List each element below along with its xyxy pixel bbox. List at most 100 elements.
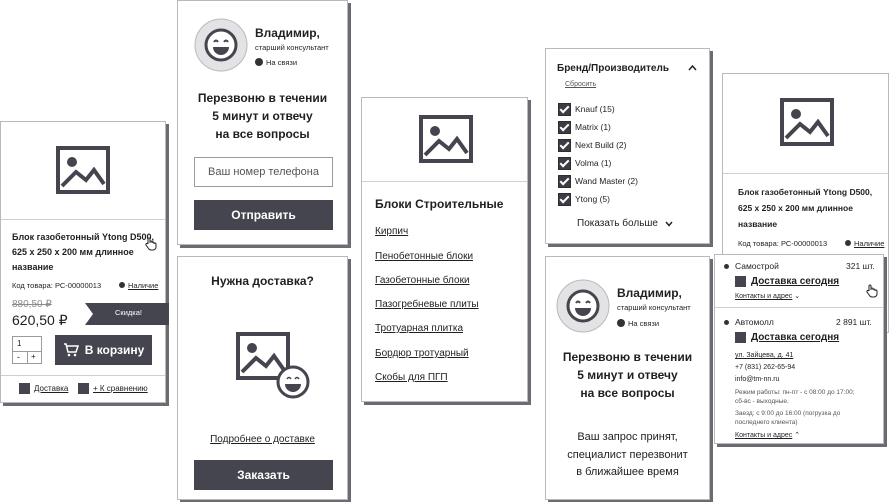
phone-input[interactable]: Ваш номер телефона [194,157,333,187]
headline-line: на все вопросы [580,386,675,400]
category-link[interactable]: Пенобетонные блоки [375,251,473,262]
category-link[interactable]: Бордюр тротуарный [375,348,469,359]
consultant-name: Владимир, [255,26,320,40]
headline-line: 5 минут и отвечу [212,109,313,123]
divider [715,307,883,308]
product-title-line[interactable]: 625 х 250 х 200 мм длинное [738,203,853,213]
category-link[interactable]: Кирпич [375,226,408,237]
cart-icon [63,343,79,357]
brand-option[interactable]: Wand Master (2) [575,176,638,186]
chevron-up-icon[interactable] [688,64,697,71]
delivery-title: Нужна доставка? [211,274,314,288]
product-title-line[interactable]: Блок газобетонный Ytong D500, [12,232,154,242]
checkbox-checked-icon[interactable] [558,121,571,134]
delivery-more-link[interactable]: Подробнее о доставке [178,434,347,445]
product-card: Блок газобетонный Ytong D500, 625 х 250 … [0,121,169,403]
compare-icon [78,383,89,394]
product-title-line[interactable]: Блок газобетонный Ytong D500, [738,187,872,197]
hand-cursor-icon [866,284,878,298]
availability-dot [119,282,125,288]
chevron-down-icon[interactable] [665,221,673,227]
divider [723,173,888,174]
brand-option[interactable]: Volma (1) [575,158,611,168]
store-contacts-toggle[interactable]: Контакты и адрес ⌄ [735,292,800,300]
status-dot [255,58,263,66]
store-delivery-link[interactable]: Доставка сегодня [751,332,839,343]
delivery-card: Нужна доставка? Подробнее о доставке Зак… [177,256,348,500]
divider [362,181,527,182]
show-more-link[interactable]: Показать больше [577,218,658,229]
product-title-line[interactable]: название [12,262,53,272]
status-dot [617,319,625,327]
store-name: Самострой [735,261,779,271]
delivery-icon [19,383,30,394]
smiley-avatar-icon [194,18,248,72]
consultant-name: Владимир, [617,286,682,300]
divider [1,375,165,376]
minus-button[interactable]: - [17,352,20,362]
product-title-line[interactable]: 625 х 250 х 200 мм длинное [12,247,134,257]
brand-option[interactable]: Matrix (1) [575,122,611,132]
compare-link[interactable]: + К сравнению [93,384,148,393]
consultant-role: старший консультант [255,43,329,52]
brand-option[interactable]: Next Build (2) [575,140,627,150]
checkbox-checked-icon[interactable] [558,139,571,152]
filter-title[interactable]: Бренд/Производитель [557,63,669,74]
delivery-icon [735,332,746,343]
store-contacts-toggle[interactable]: Контакты и адрес ⌃ [735,431,800,439]
add-to-cart-button[interactable]: В корзину [55,335,152,365]
submit-button[interactable]: Отправить [194,200,333,230]
store-email: info@tm-nn.ru [735,376,780,383]
reset-link[interactable]: Сбросить [565,81,596,88]
checkbox-checked-icon[interactable] [558,157,571,170]
brand-filter-card: Бренд/Производитель Сбросить Knauf (15) … [545,48,710,244]
category-link[interactable]: Скобы для ПГП [375,372,448,383]
store-delivery-link[interactable]: Доставка сегодня [751,276,839,287]
price: 620,50 ₽ [12,312,68,328]
phone-placeholder: Ваш номер телефона [208,166,319,178]
checkbox-checked-icon[interactable] [558,103,571,116]
headline-line: Перезвоню в течении [562,350,693,364]
product-code: Код товара: РС-00000013 [12,281,102,290]
brand-option[interactable]: Knauf (15) [575,104,615,114]
category-link[interactable]: Газобетонные блоки [375,275,470,286]
image-placeholder-icon [56,146,110,194]
store-phone: +7 (831) 262-65-94 [735,364,796,371]
product-code: Код товара: РС-00000013 [738,239,828,248]
availability-link[interactable]: Наличие [854,239,884,248]
discount-label: Скидка! [115,308,142,317]
availability-link[interactable]: Наличие [128,281,158,290]
delivery-link[interactable]: Доставка [34,384,68,393]
plus-button[interactable]: + [31,352,36,361]
image-placeholder-icon [236,332,310,399]
checkbox-checked-icon[interactable] [558,193,571,206]
store-pickup: последнего клиента) [735,419,798,426]
store-pickup: Заезд: с 9:00 до 16:00 (погрузка до [735,410,841,417]
quantity-stepper[interactable]: 1 - + [12,336,42,364]
store-qty: 321 шт. [846,261,875,271]
store-contacts-label: Контакты и адрес [735,432,793,439]
consultant-role: старший консультант [617,303,691,312]
store-address[interactable]: ул. Зайцева, д. 41 [735,352,793,359]
category-link[interactable]: Тротуарная плитка [375,323,463,334]
store-name: Автомолл [735,317,774,327]
order-button[interactable]: Заказать [194,460,333,490]
availability-dot [845,240,851,246]
brand-option[interactable]: Ytong (5) [575,194,610,204]
stock-popup: Самострой 321 шт. Доставка сегодня Конта… [714,254,884,444]
category-link[interactable]: Пазогребневые плиты [375,299,479,310]
success-message: Ваш запрос принят, [577,431,678,443]
store-dot [724,264,729,269]
store-hours: Режим работы: пн-пт - с 08:00 до 17:00; [735,389,855,396]
hand-cursor-icon [145,237,157,251]
store-dot [724,320,729,325]
product-title-line[interactable]: название [738,219,777,229]
chevron-up-icon: ⌃ [794,432,801,439]
old-price: 880,50 ₽ [12,299,52,310]
quantity-value[interactable]: 1 [17,339,21,348]
checkbox-checked-icon[interactable] [558,175,571,188]
success-message: специалист перезвонит [567,449,688,461]
headline-line: Перезвоню в течении [197,91,328,105]
success-message: в ближайшее время [576,466,679,478]
status-text: На связи [266,58,298,67]
